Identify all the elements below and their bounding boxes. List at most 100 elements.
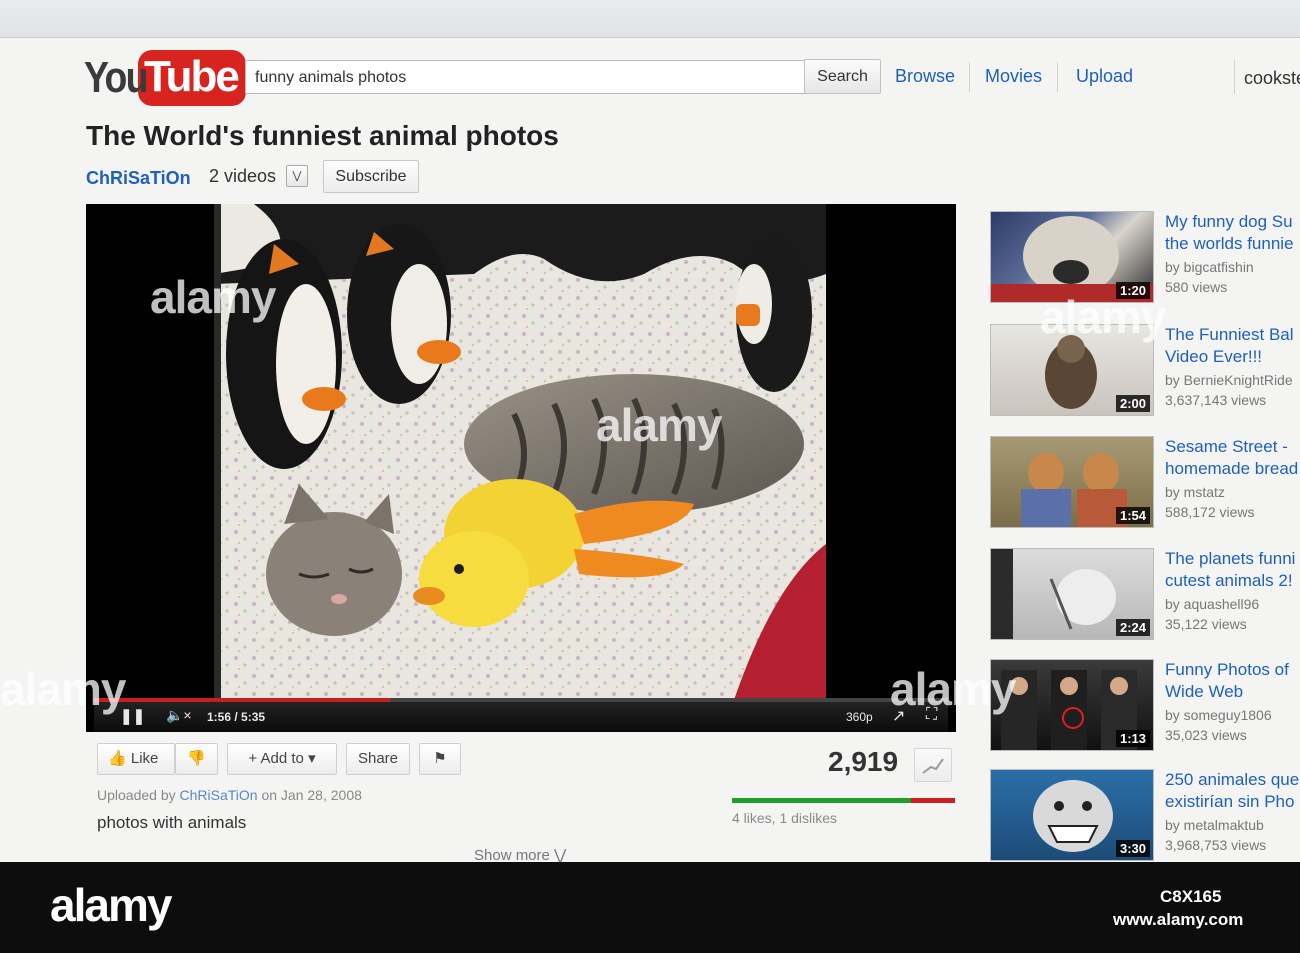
uploader-link[interactable]: ChRiSaTiOn [180, 787, 258, 803]
search-button[interactable]: Search [804, 59, 881, 94]
watermark-text: alamy [150, 271, 276, 323]
related-video-author[interactable]: by BernieKnightRide [1165, 372, 1293, 388]
show-more-label: Show more [474, 847, 550, 862]
add-to-label: Add to [260, 750, 304, 767]
channel-link[interactable]: ChRiSaTiOn [86, 168, 191, 189]
time-display: 1:56 / 5:35 [207, 710, 266, 724]
nav-divider [969, 62, 970, 92]
related-video-views: 35,023 views [1165, 727, 1247, 743]
chevron-down-icon: ⋁ [554, 847, 567, 862]
title-line: Sesame Street - [1165, 437, 1288, 456]
title-line: the worlds funnie [1165, 234, 1294, 253]
nav-browse[interactable]: Browse [895, 66, 955, 87]
related-video-author[interactable]: by metalmaktub [1165, 817, 1264, 833]
related-video-item[interactable]: 3:30 250 animales que existirían sin Pho… [988, 769, 1300, 862]
logo-you-text: You [84, 53, 148, 102]
related-video-title[interactable]: The planets funni cutest animals 2! [1165, 548, 1300, 592]
dislike-ratio [911, 798, 955, 803]
like-ratio-bar [732, 798, 955, 803]
chevron-down-icon: ▾ [308, 750, 316, 767]
likes-summary: 4 likes, 1 dislikes [732, 810, 838, 826]
channel-dropdown-button[interactable]: ⋁ [286, 165, 308, 187]
nav-divider [1234, 60, 1235, 94]
title-line: My funny dog Su [1165, 212, 1293, 231]
video-title: The World's funniest animal photos [86, 120, 559, 151]
progress-bar[interactable] [94, 698, 948, 702]
related-video-author[interactable]: by someguy1806 [1165, 707, 1272, 723]
flag-icon: ⚑ [433, 750, 447, 767]
alamy-logo: alamy [50, 879, 172, 931]
related-video-author[interactable]: by aquashell96 [1165, 596, 1259, 612]
watermark-text: alamy [596, 399, 722, 451]
browser-screen: You Tube funny animals photos Search Bro… [0, 0, 1300, 862]
related-video-item[interactable]: 2:24 The planets funni cutest animals 2!… [988, 548, 1300, 644]
nav-divider [1057, 62, 1058, 92]
browser-toolbar [0, 0, 1300, 38]
related-video-views: 3,637,143 views [1165, 392, 1267, 408]
search-input[interactable]: funny animals photos [245, 60, 805, 94]
title-line: existirían sin Pho [1165, 792, 1295, 811]
watermark-text: alamy [890, 663, 1016, 715]
related-video-views: 35,122 views [1165, 616, 1247, 632]
user-account-link[interactable]: cookste [1244, 68, 1300, 89]
related-video-views: 580 views [1165, 279, 1228, 295]
stats-chart-icon [922, 758, 944, 774]
related-video-title[interactable]: Funny Photos of Wide Web [1165, 659, 1300, 703]
upload-info: Uploaded by ChRiSaTiOn on Jan 28, 2008 [97, 787, 362, 803]
nav-upload[interactable]: Upload [1076, 66, 1133, 87]
related-video-author[interactable]: by bigcatfishin [1165, 259, 1254, 275]
related-video-views: 588,172 views [1165, 504, 1255, 520]
show-more-button[interactable]: Show more ⋁ [474, 846, 566, 862]
quality-button[interactable]: 360p [846, 710, 873, 724]
subscribe-button[interactable]: Subscribe [323, 160, 419, 193]
youtube-logo[interactable]: You Tube [84, 50, 246, 106]
logo-tube-text: Tube [138, 50, 246, 106]
video-frame[interactable] [214, 204, 826, 700]
like-button[interactable]: 👍 Like [97, 743, 175, 775]
title-line: 250 animales que [1165, 770, 1300, 789]
video-duration: 1:54 [1115, 507, 1150, 524]
related-video-item[interactable]: 1:54 Sesame Street - homemade bread by m… [988, 436, 1300, 532]
mute-icon[interactable]: 🔈× [166, 707, 192, 724]
channel-video-count: 2 videos [209, 166, 277, 186]
video-thumbnail[interactable]: 2:24 [990, 548, 1154, 640]
view-count: 2,919 [828, 746, 899, 777]
video-duration: 2:24 [1115, 619, 1150, 636]
plus-icon: + [248, 750, 258, 767]
watermark-text: alamy [1040, 291, 1166, 343]
title-line: Wide Web [1165, 682, 1244, 701]
video-thumbnail[interactable]: 1:54 [990, 436, 1154, 528]
watermark-text: alamy [0, 663, 126, 715]
site-url: www.alamy.com [1113, 910, 1244, 929]
video-duration: 1:13 [1115, 730, 1150, 747]
add-to-button[interactable]: + Add to ▾ [227, 743, 337, 775]
related-video-item[interactable]: 1:13 Funny Photos of Wide Web by someguy… [988, 659, 1300, 755]
title-line: homemade bread [1165, 459, 1299, 478]
stats-button[interactable] [914, 748, 952, 782]
like-label: Like [130, 750, 159, 767]
title-line: The Funniest Bal [1165, 325, 1294, 344]
related-video-title[interactable]: My funny dog Su the worlds funnie [1165, 211, 1300, 255]
related-video-title[interactable]: 250 animales que existirían sin Pho [1165, 769, 1300, 813]
title-line: Funny Photos of [1165, 660, 1289, 679]
related-video-views: 3,968,753 views [1165, 837, 1267, 853]
video-description: photos with animals [97, 813, 247, 832]
player-controls: ❚❚ 🔈× 1:56 / 5:35 360p ↗ ⛶ [94, 698, 948, 732]
share-button[interactable]: Share [346, 743, 410, 775]
related-video-title[interactable]: Sesame Street - homemade bread [1165, 436, 1300, 480]
related-video-author[interactable]: by mstatz [1165, 484, 1225, 500]
video-thumbnail[interactable]: 3:30 [990, 769, 1154, 861]
related-video-title[interactable]: The Funniest Bal Video Ever!!! [1165, 324, 1300, 368]
stock-banner [0, 862, 1300, 953]
dislike-button[interactable]: 👎 [175, 743, 218, 775]
flag-button[interactable]: ⚑ [419, 743, 461, 775]
title-line: The planets funni [1165, 549, 1296, 568]
image-id: C8X165 [1160, 887, 1222, 906]
nav-movies[interactable]: Movies [985, 66, 1042, 87]
uploaded-prefix: Uploaded by [97, 787, 176, 803]
thumbs-up-icon: 👍 [108, 750, 127, 767]
video-duration: 3:30 [1115, 840, 1150, 857]
chevron-down-icon: ⋁ [292, 170, 302, 182]
thumbs-down-icon: 👎 [187, 750, 206, 767]
title-line: cutest animals 2! [1165, 571, 1293, 590]
